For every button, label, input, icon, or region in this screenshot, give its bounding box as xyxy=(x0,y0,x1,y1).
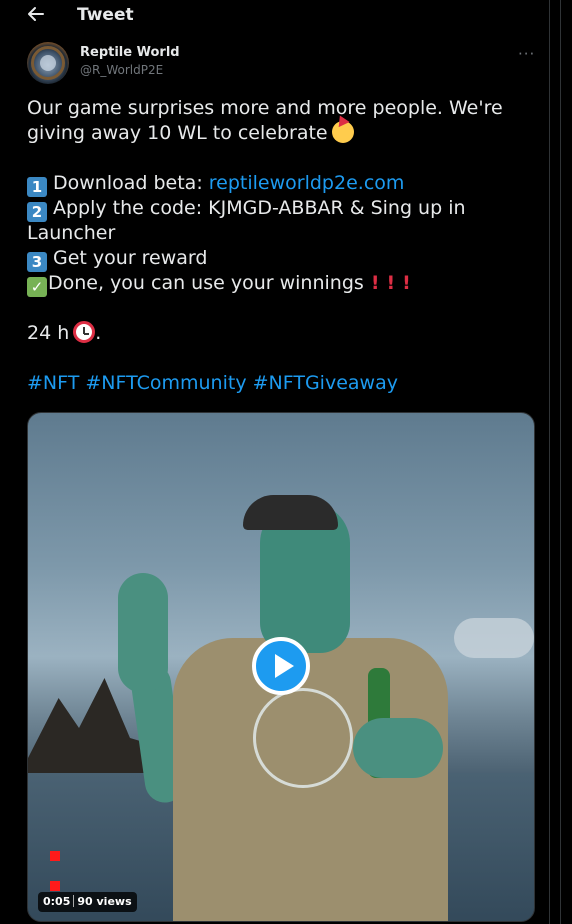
step-2: 2 Apply the code: KJMGD-ABBAR & Sing up i… xyxy=(27,196,537,222)
deadline-text: 24 h xyxy=(27,322,70,344)
step-2-cont-text: Launcher xyxy=(27,222,116,244)
party-face-icon xyxy=(331,121,354,143)
period: . xyxy=(95,322,102,344)
more-options-icon[interactable]: ··· xyxy=(518,45,535,63)
avatar[interactable] xyxy=(27,42,69,84)
top-bar: Tweet xyxy=(0,0,549,30)
red-square-icon xyxy=(50,881,60,891)
play-button-icon[interactable] xyxy=(252,637,310,695)
shirt-logo xyxy=(253,688,353,788)
step-2-continued: Launcher xyxy=(27,221,537,246)
avatar-core xyxy=(40,55,56,71)
author-name[interactable]: Reptile World xyxy=(80,45,180,60)
reptile-hand xyxy=(353,718,443,778)
deadline-line: 24 h. xyxy=(27,321,537,346)
step-1: 1 Download beta: reptileworldp2e.com xyxy=(27,171,537,197)
exclamation-icon: ! xyxy=(370,272,380,294)
alarm-clock-icon xyxy=(73,321,96,343)
step-3: 3 Get your reward xyxy=(27,246,537,272)
right-rail xyxy=(549,0,572,924)
tweet-line-2: giving away 10 WL to celebrate xyxy=(27,122,328,144)
page-title: Tweet xyxy=(77,5,134,25)
video-player[interactable]: 0:05 90 views xyxy=(27,412,535,922)
tweet-text: Our game surprises more and more people.… xyxy=(27,96,537,396)
author-handle[interactable]: @R_WorldP2E xyxy=(80,63,163,77)
check-mark-icon: ✓ xyxy=(27,277,47,297)
tweet-line: giving away 10 WL to celebrate xyxy=(27,121,537,146)
reptile-hand xyxy=(118,573,168,693)
keycap-two-icon: 2 xyxy=(27,202,47,222)
badge-divider xyxy=(73,895,75,907)
hashtag-link[interactable]: #NFT xyxy=(27,372,79,394)
arrow-left-icon[interactable] xyxy=(26,4,46,24)
tweet-line-1: Our game surprises more and more people.… xyxy=(27,97,503,119)
step-1-text: Download beta: xyxy=(53,172,209,194)
exclamation-icon: ! xyxy=(386,272,396,294)
keycap-one-icon: 1 xyxy=(27,177,47,197)
video-time: 0:05 xyxy=(43,895,71,908)
divider xyxy=(560,0,561,924)
exclamation-icon: ! xyxy=(402,272,411,294)
hashtags: #NFT #NFTCommunity #NFTGiveaway xyxy=(27,371,537,396)
hashtag-link[interactable]: #NFTCommunity xyxy=(85,372,246,394)
cloud xyxy=(454,618,534,658)
done-line: ✓ Done, you can use your winnings!!! xyxy=(27,271,537,297)
red-square-icon xyxy=(50,851,60,861)
hashtag-link[interactable]: #NFTGiveaway xyxy=(253,372,398,394)
beta-link[interactable]: reptileworldp2e.com xyxy=(209,172,405,194)
step-2-text: Apply the code: KJMGD-ABBAR & Sing up in xyxy=(53,197,466,219)
step-3-text: Get your reward xyxy=(53,247,208,269)
video-views: 90 views xyxy=(77,895,132,908)
video-duration-badge: 0:05 90 views xyxy=(38,892,137,912)
done-text: Done, you can use your winnings xyxy=(48,272,364,294)
keycap-three-icon: 3 xyxy=(27,252,47,272)
reptile-cap xyxy=(243,495,338,530)
tweet-line: Our game surprises more and more people.… xyxy=(27,96,537,121)
